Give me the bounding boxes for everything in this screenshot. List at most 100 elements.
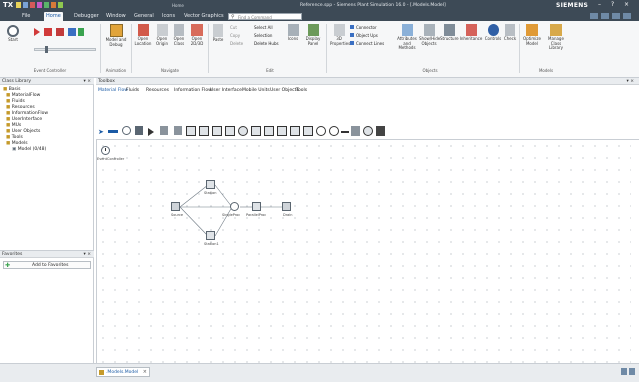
disassembly-tool-icon[interactable] — [199, 126, 209, 136]
toolbox-tab-material-flow[interactable]: Material Flow — [98, 88, 128, 93]
panel-pin-icon[interactable]: ▾ × — [84, 251, 91, 258]
copy-button[interactable]: Copy — [230, 33, 240, 38]
undo-icon[interactable] — [30, 2, 35, 8]
user-icon[interactable] — [590, 13, 598, 19]
display-panel-button[interactable]: Display Panel — [303, 24, 323, 46]
reset-icon[interactable] — [78, 28, 84, 36]
drain-node[interactable] — [282, 202, 291, 211]
select-all-button[interactable]: Select All — [254, 25, 273, 30]
cut-button[interactable]: Cut — [230, 25, 237, 30]
toolbox-tab-fluids[interactable]: Fluids — [126, 88, 139, 93]
stop-icon[interactable] — [51, 2, 56, 8]
transfer-tool-icon[interactable] — [329, 126, 339, 136]
manage-class-library-button[interactable]: Manage Class Library — [544, 24, 568, 51]
tree-item-tools[interactable]: ■ Tools — [6, 135, 23, 140]
tree-item-models[interactable]: ■ Models — [6, 141, 28, 146]
save-icon[interactable] — [23, 2, 28, 8]
tab-file[interactable]: File — [20, 12, 32, 21]
structure-button[interactable]: Structure — [440, 24, 459, 42]
paste-button[interactable]: Paste — [211, 24, 225, 43]
station1-node[interactable] — [206, 231, 215, 240]
open-origin-button[interactable]: Open Origin — [154, 24, 170, 46]
scroll-left-icon[interactable] — [621, 368, 627, 375]
pointer-icon[interactable]: ➤ — [98, 128, 104, 138]
close-button[interactable]: × — [624, 1, 629, 8]
assembly-tool-icon[interactable] — [186, 126, 196, 136]
icons-button[interactable]: Icons — [285, 24, 301, 42]
layout-icon[interactable] — [612, 13, 620, 19]
connect-lines-button[interactable]: Connect Lines — [356, 41, 384, 46]
start-button[interactable]: Start — [4, 25, 22, 43]
show-hide-objects-button[interactable]: Show/Hide Objects — [419, 24, 440, 46]
command-search-box[interactable]: ⚲ Find a Command — [228, 13, 302, 20]
tree-item-informationflow[interactable]: ■ InformationFlow — [6, 111, 48, 116]
help-button[interactable]: ? — [611, 1, 614, 8]
buffer-tool-icon[interactable] — [212, 126, 222, 136]
scroll-right-icon[interactable] — [629, 368, 635, 375]
track-tool-icon[interactable] — [264, 126, 274, 136]
source-node[interactable] — [171, 202, 180, 211]
toolbox-tab-mobile-units[interactable]: Mobile Units — [242, 88, 270, 93]
3d-properties-button[interactable]: 3D Properties — [330, 24, 350, 46]
station-node[interactable] — [206, 180, 215, 189]
open-class-button[interactable]: Open Class — [172, 24, 186, 46]
fast-forward-icon[interactable] — [56, 28, 64, 36]
customize-icon[interactable] — [58, 2, 63, 8]
conveyor-tool-icon[interactable] — [303, 126, 313, 136]
track-line-tool-icon[interactable] — [341, 131, 349, 133]
speed-slider[interactable] — [34, 46, 96, 53]
single-proc-tool-icon[interactable] — [148, 128, 154, 136]
tab-debugger[interactable]: Debugger — [72, 12, 101, 21]
tree-item-mus[interactable]: ■ MUs — [6, 123, 21, 128]
run-icon[interactable] — [44, 2, 49, 8]
toolbox-tab-resources[interactable]: Resources — [146, 88, 169, 93]
hub-tool-icon[interactable] — [351, 126, 360, 136]
parallelproc-node[interactable] — [252, 202, 261, 211]
toolbox-tab-user-objects[interactable]: User Objects — [270, 88, 299, 93]
play-icon[interactable] — [34, 28, 40, 36]
source-tool-icon[interactable] — [135, 126, 143, 135]
panel-pin-icon[interactable]: ▾ × — [627, 78, 634, 85]
slider-thumb[interactable] — [45, 46, 48, 53]
tree-item-basis[interactable]: ■ Basis — [3, 87, 21, 92]
step-icon[interactable] — [44, 28, 52, 36]
parallel-proc-tool-icon[interactable] — [174, 126, 182, 135]
delete-button[interactable]: Delete — [230, 41, 243, 46]
station-tool-icon[interactable] — [316, 126, 326, 136]
drain-tool-icon[interactable] — [160, 126, 168, 135]
network-tool-icon[interactable] — [376, 126, 385, 136]
cycle-tool-icon[interactable] — [238, 126, 248, 136]
open-icon[interactable] — [16, 2, 21, 8]
toolbox-tab-information-flow[interactable]: Information Flow — [174, 88, 212, 93]
toolbox-tab-user-interface[interactable]: User Interface — [210, 88, 242, 93]
ribbon-collapse-icon[interactable] — [623, 13, 631, 19]
settings-icon[interactable] — [601, 13, 609, 19]
tree-item-fluids[interactable]: ■ Fluids — [6, 99, 25, 104]
tree-item-materialflow[interactable]: ■ MaterialFlow — [6, 93, 40, 98]
event-controller-tool-icon[interactable] — [122, 126, 131, 135]
toolbox-tab-tools[interactable]: Tools — [296, 88, 307, 93]
turnplate-tool-icon[interactable] — [290, 126, 300, 136]
minimize-button[interactable]: – — [598, 1, 601, 8]
turntable-tool-icon[interactable] — [277, 126, 287, 136]
tab-window[interactable]: Window — [104, 12, 128, 21]
tab-general[interactable]: General — [132, 12, 156, 21]
add-to-favorites-button[interactable]: ✚ Add to Favorites — [3, 261, 91, 269]
open-location-button[interactable]: Open Location — [134, 24, 152, 46]
tree-item-resources[interactable]: ■ Resources — [6, 105, 35, 110]
selection-button[interactable]: Selection — [254, 33, 272, 38]
tree-item-userinterface[interactable]: ■ UserInterface — [6, 117, 42, 122]
open-2d3d-button[interactable]: Open 2D/3D — [188, 24, 206, 46]
tab-vector-graphics[interactable]: Vector Graphics — [182, 12, 226, 21]
playback-controls[interactable] — [34, 28, 84, 36]
stop-sim-icon[interactable] — [68, 28, 76, 36]
model-canvas[interactable]: EventController Source Station Station1 … — [96, 140, 631, 363]
check-button[interactable]: Check — [503, 24, 517, 42]
inheritance-button[interactable]: Inheritance — [459, 24, 483, 42]
model-and-debug-button[interactable]: Model and Debug — [104, 24, 128, 47]
controls-button[interactable]: Controls — [484, 24, 502, 42]
tree-item-model[interactable]: ▣ Model (0/48) — [12, 147, 46, 152]
object-ups-button[interactable]: Object Ups — [356, 33, 378, 38]
tree-item-user-objects[interactable]: ■ User Objects — [6, 129, 40, 134]
panel-pin-icon[interactable]: ▾ × — [84, 78, 91, 85]
